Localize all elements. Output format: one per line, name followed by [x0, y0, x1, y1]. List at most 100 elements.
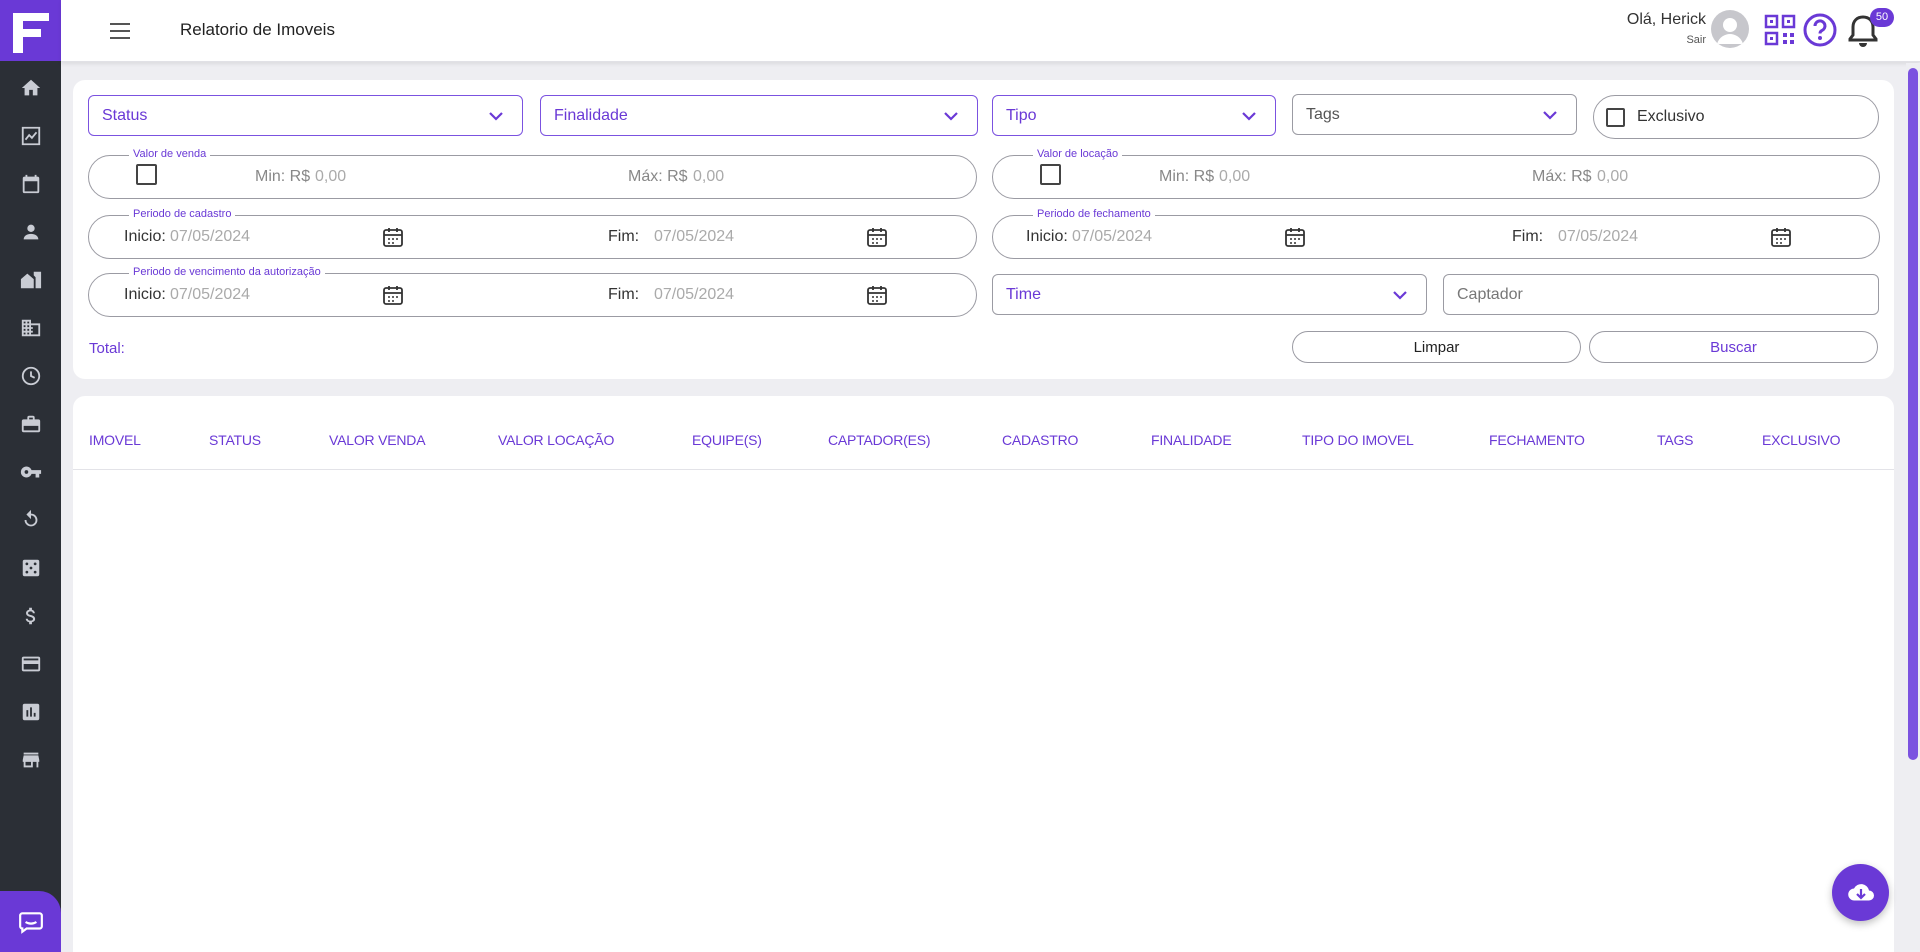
calendar-icon[interactable] — [1770, 226, 1792, 248]
help-button[interactable] — [1802, 12, 1838, 48]
exclusivo-label: Exclusivo — [1637, 108, 1705, 125]
cadastro-fim-input[interactable]: 07/05/2024 — [654, 228, 734, 246]
col-equipes[interactable]: EQUIPE(S) — [692, 432, 762, 448]
fechamento-inicio-input[interactable]: 07/05/2024 — [1072, 228, 1152, 246]
col-fechamento[interactable]: FECHAMENTO — [1489, 432, 1585, 448]
valor-venda-max-label: Máx: R$ — [628, 168, 688, 185]
top-header: Relatorio de Imoveis Olá, Herick Sair 50 — [61, 0, 1920, 62]
vencimento-fim-input[interactable]: 07/05/2024 — [654, 286, 734, 304]
valor-locacao-max-input[interactable]: 0,00 — [1597, 168, 1628, 186]
valor-locacao-min-label: Min: R$ — [1159, 168, 1215, 185]
exclusivo-checkbox[interactable] — [1606, 108, 1625, 127]
notification-count-badge: 50 — [1870, 8, 1894, 27]
buscar-button[interactable]: Buscar — [1589, 331, 1878, 363]
cloud-download-icon — [1847, 883, 1874, 901]
chart-icon[interactable] — [0, 114, 61, 158]
limpar-button[interactable]: Limpar — [1292, 331, 1581, 363]
page-title: Relatorio de Imoveis — [180, 20, 335, 39]
col-tipo-imovel[interactable]: TIPO DO IMOVEL — [1302, 432, 1414, 448]
card-icon[interactable] — [0, 642, 61, 686]
finalidade-select-label: Finalidade — [554, 106, 628, 124]
tags-select-label: Tags — [1306, 105, 1340, 123]
periodo-vencimento-legend: Periodo de vencimento da autorização — [129, 266, 325, 278]
scrollbar-thumb[interactable] — [1908, 68, 1918, 760]
logout-link[interactable]: Sair — [1686, 34, 1706, 46]
chevron-down-icon — [1242, 112, 1256, 121]
chevron-down-icon — [489, 112, 503, 121]
house-icon[interactable] — [0, 258, 61, 302]
valor-venda-legend: Valor de venda — [129, 148, 211, 160]
vencimento-inicio-label: Inicio: — [124, 286, 166, 303]
qr-code-icon — [1764, 14, 1796, 46]
col-status[interactable]: STATUS — [209, 432, 261, 448]
periodo-vencimento-group: Periodo de vencimento da autorização Ini… — [88, 266, 977, 317]
building-icon[interactable] — [0, 306, 61, 350]
exclusivo-toggle[interactable]: Exclusivo — [1593, 95, 1879, 139]
chat-icon — [18, 911, 43, 934]
fechamento-inicio-label: Inicio: — [1026, 228, 1068, 245]
periodo-cadastro-group: Periodo de cadastro Inicio: 07/05/2024 F… — [88, 208, 977, 259]
chat-button[interactable] — [0, 891, 61, 952]
valor-venda-group: Valor de venda Min: R$ 0,00 Máx: R$ 0,00 — [88, 148, 977, 199]
person-icon[interactable] — [0, 210, 61, 254]
col-valor-locacao[interactable]: VALOR LOCAÇÃO — [498, 432, 614, 448]
cadastro-inicio-input[interactable]: 07/05/2024 — [170, 228, 250, 246]
home-icon[interactable] — [0, 66, 61, 110]
calendar-icon[interactable] — [866, 226, 888, 248]
valor-locacao-max-label: Máx: R$ — [1532, 168, 1592, 185]
valor-venda-min-label: Min: R$ — [255, 168, 311, 185]
col-captadores[interactable]: CAPTADOR(ES) — [828, 432, 931, 448]
tags-select[interactable]: Tags — [1292, 94, 1577, 135]
finalidade-select[interactable]: Finalidade — [540, 95, 978, 136]
table-header: IMOVEL STATUS VALOR VENDA VALOR LOCAÇÃO … — [73, 396, 1894, 470]
cadastro-inicio-label: Inicio: — [124, 228, 166, 245]
avatar[interactable] — [1711, 10, 1749, 48]
col-finalidade[interactable]: FINALIDADE — [1151, 432, 1232, 448]
calendar-icon[interactable] — [382, 226, 404, 248]
valor-locacao-min-input[interactable]: 0,00 — [1219, 168, 1250, 186]
key-icon[interactable] — [0, 450, 61, 494]
user-greeting: Olá, Herick — [1626, 11, 1706, 28]
captador-input[interactable]: Captador — [1443, 274, 1879, 315]
col-exclusivo[interactable]: EXCLUSIVO — [1762, 432, 1841, 448]
download-button[interactable] — [1832, 864, 1889, 921]
col-valor-venda[interactable]: VALOR VENDA — [329, 432, 426, 448]
calendar-icon[interactable] — [866, 284, 888, 306]
qr-code-button[interactable] — [1764, 14, 1796, 46]
valor-venda-min-input[interactable]: 0,00 — [315, 168, 346, 186]
tipo-select[interactable]: Tipo — [992, 95, 1276, 136]
status-select[interactable]: Status — [88, 95, 523, 136]
clock-icon[interactable] — [0, 354, 61, 398]
refresh-icon[interactable] — [0, 498, 61, 542]
status-select-label: Status — [102, 106, 148, 124]
periodo-fechamento-legend: Periodo de fechamento — [1033, 208, 1155, 220]
col-imovel[interactable]: IMOVEL — [89, 432, 141, 448]
valor-locacao-legend: Valor de locação — [1033, 148, 1123, 160]
calendar-icon[interactable] — [0, 162, 61, 206]
time-select[interactable]: Time — [992, 274, 1427, 315]
calendar-icon[interactable] — [1284, 226, 1306, 248]
store-icon[interactable] — [0, 738, 61, 782]
col-tags[interactable]: TAGS — [1657, 432, 1693, 448]
bar-chart-icon[interactable] — [0, 690, 61, 734]
time-select-label: Time — [1006, 285, 1041, 303]
col-cadastro[interactable]: CADASTRO — [1002, 432, 1078, 448]
valor-locacao-group: Valor de locação Min: R$ 0,00 Máx: R$ 0,… — [992, 148, 1880, 199]
chevron-down-icon — [944, 112, 958, 121]
dice-icon[interactable] — [0, 546, 61, 590]
valor-locacao-checkbox[interactable] — [1040, 164, 1061, 185]
valor-venda-checkbox[interactable] — [136, 164, 157, 185]
app-logo[interactable] — [0, 0, 61, 61]
fechamento-fim-input[interactable]: 07/05/2024 — [1558, 228, 1638, 246]
avatar-icon — [1717, 18, 1743, 44]
logo-icon — [12, 12, 49, 53]
calendar-icon[interactable] — [382, 284, 404, 306]
help-icon — [1803, 13, 1837, 47]
menu-toggle-button[interactable] — [108, 18, 134, 44]
dollar-icon[interactable] — [0, 594, 61, 638]
briefcase-icon[interactable] — [0, 402, 61, 446]
periodo-cadastro-legend: Periodo de cadastro — [129, 208, 236, 220]
vencimento-inicio-input[interactable]: 07/05/2024 — [170, 286, 250, 304]
chevron-down-icon — [1393, 291, 1407, 300]
valor-venda-max-input[interactable]: 0,00 — [693, 168, 724, 186]
